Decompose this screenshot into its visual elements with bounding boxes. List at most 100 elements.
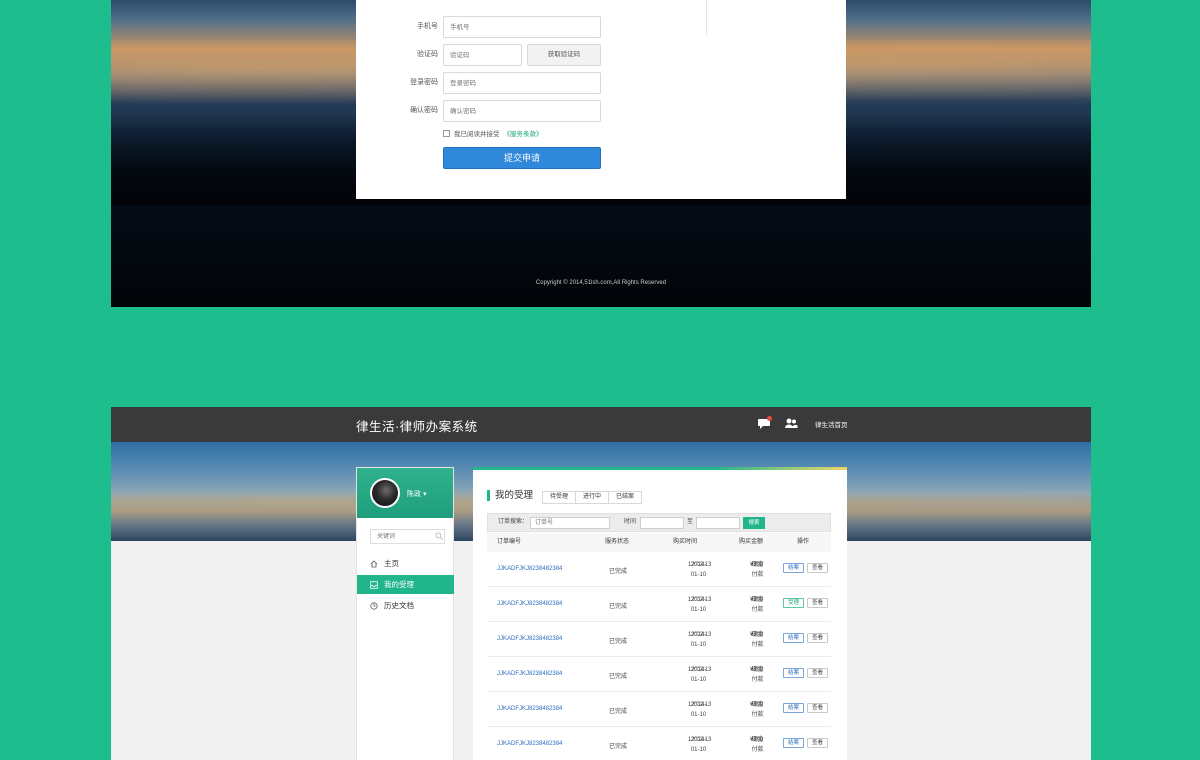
user-panel: 陈政 ▾ xyxy=(357,468,453,518)
home-link[interactable]: 律生活首页 xyxy=(815,419,848,429)
purchase-amount: ¥899 现金付款 xyxy=(735,560,765,578)
nav-label: 主页 xyxy=(384,559,399,568)
nav-item-home[interactable]: 主页 xyxy=(357,554,454,573)
order-id-link[interactable]: JJKADFJKJ8238482384 xyxy=(497,601,562,607)
col-amount: 购买金额 xyxy=(739,539,764,545)
order-search-input[interactable] xyxy=(530,517,610,529)
purchase-clock: 12:02:13 xyxy=(688,667,712,673)
status-text: 已完成 xyxy=(609,744,628,750)
view-button[interactable]: 查看 xyxy=(807,598,829,608)
view-button[interactable]: 查看 xyxy=(807,668,829,678)
payment-method: 现金付款 xyxy=(751,632,764,648)
order-id-link[interactable]: JJKADFJKJ8238482384 xyxy=(497,566,562,572)
status-text: 已完成 xyxy=(609,709,628,715)
col-order-id: 订单编号 xyxy=(497,539,522,545)
view-button[interactable]: 查看 xyxy=(807,563,829,573)
avatar[interactable] xyxy=(370,478,400,508)
user-menu[interactable]: 陈政 ▾ xyxy=(407,489,426,499)
registration-card: 手机号 验证码 获取验证码 登录密码 确认密码 我已阅读并接受《服务条款》 提交… xyxy=(356,0,846,199)
purchase-clock: 12:02:13 xyxy=(688,737,712,743)
table-row: JJKADFJKJ8238482384 已完成 2014-01-10 12:02:13… xyxy=(487,692,831,727)
close-case-button[interactable]: 结案 xyxy=(783,738,805,748)
purchase-time: 2014-01-10 12:02:13 xyxy=(667,630,712,648)
close-case-button[interactable]: 结案 xyxy=(783,563,805,573)
payment-method: 现金付款 xyxy=(751,562,764,578)
sidebar-search-input[interactable] xyxy=(370,529,445,544)
confirm-password-label: 确认密码 xyxy=(410,107,438,114)
password-row: 登录密码 xyxy=(356,72,686,94)
top-navbar: 律生活·律师办案系统 律生活首页 xyxy=(111,407,1091,442)
payment-method: 现金付款 xyxy=(751,702,764,718)
password-input[interactable] xyxy=(443,72,601,94)
tab-pending[interactable]: 待受理 xyxy=(542,491,577,504)
table-row: JJKADFJKJ8238482384 已完成 2014-01-10 12:02:13… xyxy=(487,552,831,587)
verify-code-label: 验证码 xyxy=(417,51,438,58)
purchase-amount: ¥899 现金付款 xyxy=(735,700,765,718)
tab-in-progress[interactable]: 进行中 xyxy=(575,491,610,504)
status-text: 已完成 xyxy=(609,569,628,575)
submit-button[interactable]: 提交申请 xyxy=(443,147,601,169)
verify-code-input[interactable] xyxy=(443,44,522,66)
nav-item-history[interactable]: 历史文档 xyxy=(357,596,454,615)
agree-terms: 我已阅读并接受 《服务条款》 xyxy=(443,128,543,138)
view-button[interactable]: 查看 xyxy=(807,633,829,643)
get-code-button[interactable]: 获取验证码 xyxy=(527,44,601,66)
purchase-amount: ¥899 现金付款 xyxy=(735,630,765,648)
sidebar: 陈政 ▾ 主页 我的受理 历史文档 xyxy=(356,467,454,760)
purchase-time: 2014-01-10 12:02:13 xyxy=(667,700,712,718)
purchase-clock: 12:02:13 xyxy=(688,702,712,708)
search-icon[interactable] xyxy=(435,532,443,540)
nav-label: 历史文档 xyxy=(384,601,414,610)
users-icon[interactable] xyxy=(784,417,798,430)
order-id-link[interactable]: JJKADFJKJ8238482384 xyxy=(497,671,562,677)
purchase-time: 2014-01-10 12:02:13 xyxy=(667,735,712,753)
purchase-clock: 12:02:13 xyxy=(688,562,712,568)
tab-closed[interactable]: 已结案 xyxy=(608,491,643,504)
table-row: JJKADFJKJ8238482384 已完成 2014-01-10 12:02:13… xyxy=(487,727,831,760)
registration-screen: 手机号 验证码 获取验证码 登录密码 确认密码 我已阅读并接受《服务条款》 提交… xyxy=(111,0,1091,307)
copyright-text: Copyright © 2014,51lsh.com,All Rights Re… xyxy=(535,280,667,286)
table-header: 订单编号 服务状态 购买时间 购买金额 操作 xyxy=(487,533,831,552)
app-logo[interactable]: 律生活·律师办案系统 xyxy=(356,416,478,435)
clock-icon xyxy=(370,601,378,610)
start-date-input[interactable] xyxy=(640,517,684,529)
terms-link[interactable]: 《服务条款》 xyxy=(504,128,543,138)
order-id-link[interactable]: JJKADFJKJ8238482384 xyxy=(497,741,562,747)
view-button[interactable]: 查看 xyxy=(807,703,829,713)
notification-badge xyxy=(767,416,772,421)
status-text: 已完成 xyxy=(609,604,628,610)
nav-item-my-cases[interactable]: 我的受理 xyxy=(357,575,454,594)
purchase-time: 2014-01-10 12:02:13 xyxy=(667,665,712,683)
payment-method: 现金付款 xyxy=(751,667,764,683)
table-row: JJKADFJKJ8238482384 已完成 2014-01-10 12:02:13… xyxy=(487,587,831,622)
close-case-button[interactable]: 结案 xyxy=(783,703,805,713)
dashboard-screen: 律生活·律师办案系统 律生活首页 陈政 ▾ 主页 我的受理 历史文档 xyxy=(111,407,1091,760)
purchase-amount: ¥899 现金付款 xyxy=(735,735,765,753)
purchase-clock: 12:02:13 xyxy=(688,632,712,638)
password-label: 登录密码 xyxy=(410,79,438,86)
phone-row: 手机号 xyxy=(356,16,686,38)
order-id-link[interactable]: JJKADFJKJ8238482384 xyxy=(497,636,562,642)
filter-bar: 订单搜索： 时间 至 搜索 xyxy=(487,513,831,532)
phone-input[interactable] xyxy=(443,16,601,38)
purchase-amount: ¥899 现金付款 xyxy=(735,665,765,683)
chat-bubble-icon[interactable] xyxy=(758,416,772,430)
nav-label: 我的受理 xyxy=(384,580,414,589)
inbox-icon xyxy=(370,580,378,589)
order-id-link[interactable]: JJKADFJKJ8238482384 xyxy=(497,706,562,712)
confirm-password-input[interactable] xyxy=(443,100,601,122)
main-content: 我的受理 待受理 进行中 已结案 订单搜索： 时间 至 搜索 订单编号 服务状态… xyxy=(473,467,847,760)
purchase-time: 2014-01-10 12:02:13 xyxy=(667,595,712,613)
close-case-button[interactable]: 结案 xyxy=(783,668,805,678)
view-button[interactable]: 查看 xyxy=(807,738,829,748)
accept-button[interactable]: 受理 xyxy=(783,598,805,608)
verify-code-row: 验证码 获取验证码 xyxy=(356,44,686,66)
purchase-clock: 12:02:13 xyxy=(688,597,712,603)
agree-checkbox[interactable] xyxy=(443,129,450,137)
time-label: 时间 xyxy=(624,519,637,525)
search-button[interactable]: 搜索 xyxy=(743,517,765,529)
col-actions: 操作 xyxy=(797,539,810,545)
close-case-button[interactable]: 结案 xyxy=(783,633,805,643)
order-search-label: 订单搜索： xyxy=(498,519,529,525)
end-date-input[interactable] xyxy=(696,517,740,529)
